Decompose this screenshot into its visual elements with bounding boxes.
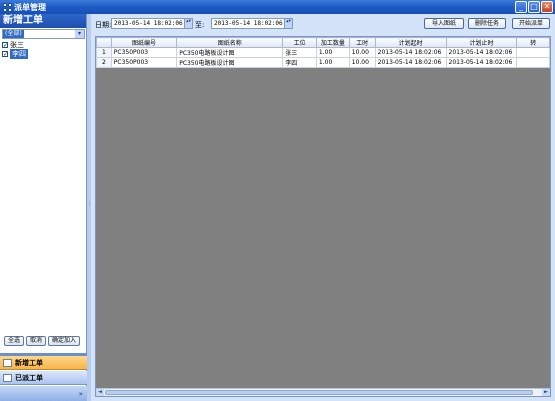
column-header[interactable]: 计划止时: [445, 37, 518, 48]
table-cell[interactable]: PC350电路板设计图: [176, 57, 284, 68]
table-cell[interactable]: [516, 57, 550, 68]
table-row[interactable]: 1 PC350P003 PC350电路板设计图 张三 1.00 10.00 20…: [96, 47, 550, 58]
title-bar: 派单管理 _ □ ✕: [0, 0, 555, 14]
spin-icon[interactable]: ▲▼: [184, 19, 192, 28]
nav-new-order-label: 新增工单: [15, 358, 43, 367]
left-button-group: 全选 取消 确定加入: [4, 336, 81, 346]
row-number: 1: [96, 47, 112, 58]
date-from-value: 2013-05-14 18:02:06: [114, 20, 183, 27]
table-cell[interactable]: PC350电路板设计图: [176, 47, 284, 58]
column-header[interactable]: 计划起时: [374, 37, 447, 48]
confirm-add-button[interactable]: 确定加入: [48, 336, 81, 346]
date-from-picker[interactable]: 2013-05-14 18:02:06 ▲▼: [111, 18, 193, 29]
table-cell[interactable]: [516, 47, 550, 58]
nav-dispatched-label: 已派工单: [15, 373, 43, 382]
document-icon: [3, 358, 12, 367]
left-panel: 新增工单 (全部) ▾ ✓ 张三 ✓ 李四 全选 取消 确定加入 新增工单 已派…: [0, 14, 87, 401]
date-label: 日期:: [95, 21, 112, 29]
chevron-right-icon[interactable]: »: [79, 390, 83, 398]
horizontal-scrollbar[interactable]: ◄ ►: [96, 388, 550, 396]
table-cell[interactable]: 1.00: [315, 47, 350, 58]
window-controls: _ □ ✕: [515, 1, 553, 13]
worker-name: 李四: [10, 48, 28, 59]
column-header[interactable]: 转: [516, 37, 550, 48]
chevron-down-icon[interactable]: ▾: [75, 30, 84, 38]
nav-overflow-bar: »: [0, 386, 87, 401]
table-cell[interactable]: 2013-05-14 18:02:06: [374, 57, 447, 68]
column-header[interactable]: 加工数量: [315, 37, 350, 48]
checkbox[interactable]: ✓: [2, 50, 8, 57]
main-area: 日期: 2013-05-14 18:02:06 ▲▼ 至: 2013-05-14…: [91, 14, 555, 401]
left-panel-title: 新增工单: [0, 14, 86, 28]
task-grid: 图纸编号 图纸名称 工位 加工数量 工时 计划起时 计划止时 转 1 PC350…: [95, 36, 551, 397]
table-cell[interactable]: PC350P003: [110, 57, 178, 68]
table-cell[interactable]: 2013-05-14 18:02:06: [445, 47, 518, 58]
table-row[interactable]: 2 PC350P003 PC350电路板设计图 李四 1.00 10.00 20…: [96, 57, 550, 68]
import-drawing-button[interactable]: 导入图纸: [424, 18, 464, 29]
row-number: 2: [96, 57, 112, 68]
nav-dispatched[interactable]: 已派工单: [0, 371, 87, 385]
nav-new-order[interactable]: 新增工单: [0, 356, 87, 370]
window-title: 派单管理: [14, 2, 46, 12]
table-cell[interactable]: 2013-05-14 18:02:06: [374, 47, 447, 58]
filter-select[interactable]: (全部) ▾: [2, 29, 85, 39]
table-cell[interactable]: PC350P003: [110, 47, 178, 58]
column-header[interactable]: 工时: [348, 37, 376, 48]
minimize-button[interactable]: _: [515, 1, 527, 13]
column-header[interactable]: 图纸编号: [110, 37, 178, 48]
table-cell[interactable]: 李四: [282, 57, 317, 68]
task-table: 图纸编号 图纸名称 工位 加工数量 工时 计划起时 计划止时 转 1 PC350…: [96, 37, 550, 68]
table-cell[interactable]: 10.00: [348, 57, 376, 68]
toolbar: 日期: 2013-05-14 18:02:06 ▲▼ 至: 2013-05-14…: [91, 14, 555, 34]
maximize-button[interactable]: □: [528, 1, 540, 13]
document-icon: [3, 373, 12, 382]
close-button[interactable]: ✕: [541, 1, 553, 13]
checkbox[interactable]: ✓: [2, 41, 8, 48]
date-to-picker[interactable]: 2013-05-14 18:02:06 ▲▼: [211, 18, 293, 29]
scroll-left-icon[interactable]: ◄: [96, 389, 104, 396]
table-cell[interactable]: 2013-05-14 18:02:06: [445, 57, 518, 68]
delete-task-button[interactable]: 删除任务: [468, 18, 506, 29]
cancel-button[interactable]: 取消: [26, 336, 47, 346]
table-header-row: 图纸编号 图纸名称 工位 加工数量 工时 计划起时 计划止时 转: [96, 37, 550, 48]
column-header[interactable]: [96, 37, 112, 48]
scroll-thumb[interactable]: [105, 390, 533, 395]
app-icon: [3, 2, 12, 12]
select-all-button[interactable]: 全选: [4, 336, 25, 346]
spin-icon[interactable]: ▲▼: [284, 19, 292, 28]
column-header[interactable]: 图纸名称: [176, 37, 284, 48]
to-label: 至:: [195, 21, 205, 29]
scroll-right-icon[interactable]: ►: [542, 389, 550, 396]
table-cell[interactable]: 10.00: [348, 47, 376, 58]
start-dispatch-button[interactable]: 开始派单: [512, 18, 550, 29]
worker-checklist: ✓ 张三 ✓ 李四: [2, 40, 85, 59]
worker-item[interactable]: ✓ 李四: [2, 48, 85, 59]
table-cell[interactable]: 张三: [282, 47, 317, 58]
date-to-value: 2013-05-14 18:02:06: [214, 20, 283, 27]
table-cell[interactable]: 1.00: [315, 57, 350, 68]
column-header[interactable]: 工位: [282, 37, 317, 48]
filter-select-value: (全部): [3, 30, 24, 38]
